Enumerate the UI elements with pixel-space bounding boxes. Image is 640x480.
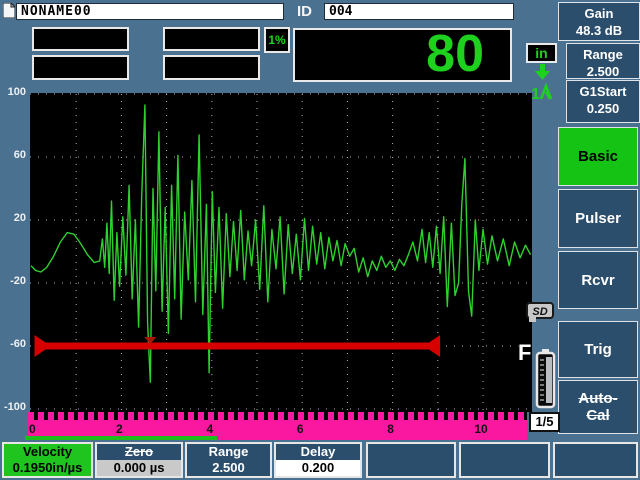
- ascan-plot-area: [30, 93, 532, 412]
- param-g1start[interactable]: G1Start 0.250: [566, 80, 640, 123]
- param-value: 2.500: [567, 63, 639, 80]
- menu-label: Trig: [584, 341, 612, 358]
- menu-label: Pulser: [575, 210, 621, 227]
- menu-pulser[interactable]: Pulser: [558, 189, 638, 248]
- y-tick-label: 100: [0, 86, 26, 98]
- y-tick-label: 60: [0, 149, 26, 161]
- flaw-detector-screen: NONAME00 ID 004 1% 80 in 1 Gain 48.3 dBR…: [0, 0, 640, 480]
- readout-slot-1: [32, 27, 129, 51]
- menu-trig[interactable]: Trig: [558, 321, 638, 378]
- gate1-start-cap[interactable]: [35, 335, 51, 357]
- footer-param-label: Delay: [276, 444, 360, 460]
- param-label: Range: [567, 46, 639, 63]
- param-value: 48.3 dB: [559, 22, 639, 39]
- readout-slot-4: [163, 55, 260, 80]
- footer-empty-slot: [366, 442, 456, 478]
- file-icon: [3, 3, 15, 18]
- footer-param-label: Range: [187, 444, 270, 460]
- footer-empty-slot: [459, 442, 550, 478]
- menu-rcvr[interactable]: Rcvr: [558, 251, 638, 309]
- y-tick-label: -20: [0, 275, 26, 287]
- footer-param-value: 0.1950in/µs: [4, 460, 91, 476]
- footer-param-velocity[interactable]: Velocity 0.1950in/µs: [2, 442, 93, 478]
- menu-basic[interactable]: Basic: [558, 127, 638, 186]
- readout-slot-2: [32, 55, 129, 80]
- x-tick-label: 8: [387, 422, 394, 436]
- y-tick-label: -100: [0, 401, 26, 413]
- units-badge: in: [526, 43, 557, 63]
- menu-page-indicator: 1/5: [529, 412, 560, 432]
- footer-param-delay[interactable]: Delay 0.200: [274, 442, 362, 478]
- x-tick-label: 10: [474, 422, 487, 436]
- footer-param-label: Zero: [97, 444, 181, 460]
- param-value: 0.250: [567, 100, 639, 117]
- footer-param-value: 2.500: [187, 460, 270, 476]
- gate1-bar[interactable]: [36, 343, 441, 350]
- svg-text:1: 1: [531, 86, 540, 101]
- menu-label: Auto-Cal: [578, 390, 617, 424]
- param-label: Gain: [559, 5, 639, 22]
- x-tick-label: 6: [297, 422, 304, 436]
- percent-badge: 1%: [264, 27, 290, 53]
- footer-param-range[interactable]: Range 2.500: [185, 442, 272, 478]
- filename-field[interactable]: NONAME00: [16, 3, 284, 20]
- param-label: G1Start: [567, 83, 639, 100]
- footer-param-zero[interactable]: Zero 0.000 µs: [95, 442, 183, 478]
- gate1-end-cap[interactable]: [424, 335, 440, 357]
- id-label: ID: [297, 3, 312, 20]
- gate1-depth-mode-icon: 1: [528, 63, 556, 101]
- footer-param-value: 0.200: [276, 460, 360, 476]
- x-tick-label: 0: [29, 422, 36, 436]
- y-tick-label: -60: [0, 338, 26, 350]
- main-measurement-readout: 80: [293, 28, 512, 82]
- menu-auto-cal[interactable]: Auto-Cal: [558, 380, 638, 434]
- param-range[interactable]: Range 2.500: [566, 43, 640, 79]
- menu-label: Basic: [578, 148, 618, 165]
- battery-gauge-icon: [534, 348, 558, 410]
- menu-label: Rcvr: [581, 272, 614, 289]
- ruler-teeth: [28, 412, 527, 420]
- id-field[interactable]: 004: [324, 3, 514, 20]
- param-gain[interactable]: Gain 48.3 dB: [558, 2, 640, 41]
- footer-param-label: Velocity: [4, 444, 91, 460]
- freeze-indicator: F: [518, 340, 531, 366]
- x-tick-label: 2: [116, 422, 123, 436]
- x-tick-label: 4: [206, 422, 213, 436]
- readout-slot-3: [163, 27, 260, 51]
- sd-card-icon: SD: [526, 302, 554, 319]
- footer-empty-slot: [553, 442, 638, 478]
- footer-param-value: 0.000 µs: [97, 460, 181, 476]
- ascan-waveform: [31, 105, 531, 382]
- range-zoom-bar: [25, 436, 217, 440]
- y-tick-label: 20: [0, 212, 26, 224]
